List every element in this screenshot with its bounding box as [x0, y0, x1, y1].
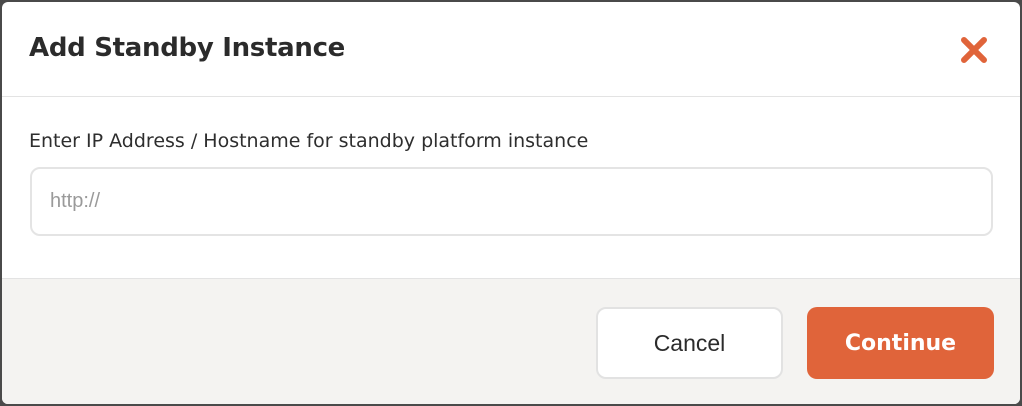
- close-button[interactable]: [960, 36, 988, 64]
- ip-address-label: Enter IP Address / Hostname for standby …: [29, 130, 589, 152]
- dialog-header: Add Standby Instance: [2, 2, 1020, 97]
- dialog-body: Enter IP Address / Hostname for standby …: [2, 97, 1020, 279]
- close-icon: [961, 37, 987, 63]
- ip-address-input[interactable]: [30, 167, 993, 236]
- add-standby-instance-dialog: Add Standby Instance Enter IP Address / …: [2, 2, 1020, 404]
- dialog-footer: Cancel Continue: [2, 278, 1020, 404]
- continue-button[interactable]: Continue: [807, 307, 994, 379]
- dialog-title: Add Standby Instance: [29, 33, 346, 63]
- cancel-button[interactable]: Cancel: [596, 307, 783, 379]
